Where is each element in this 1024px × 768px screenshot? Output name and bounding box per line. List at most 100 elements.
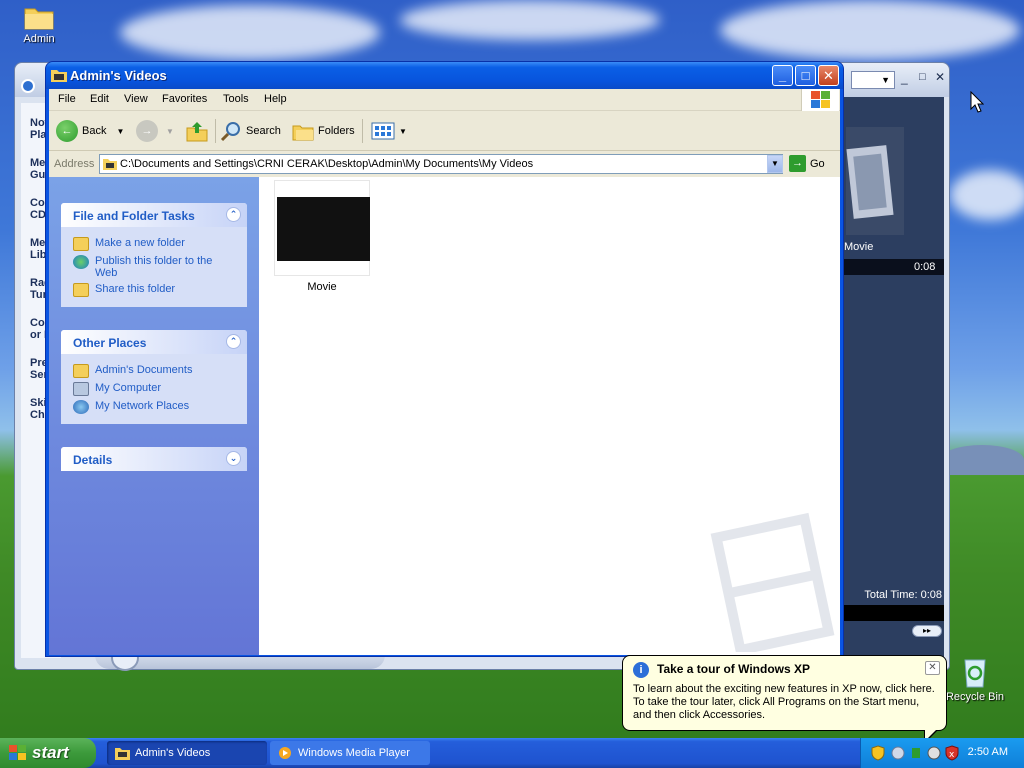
chevron-down-icon[interactable]: ⌄ <box>226 451 241 466</box>
back-button[interactable]: ← Back ▼ <box>56 119 124 143</box>
file-folder-tasks-header[interactable]: File and Folder Tasks ⌃ <box>61 203 247 227</box>
network-tray-icon[interactable] <box>891 745 905 761</box>
desktop-icon-recycle-bin[interactable]: Recycle Bin <box>940 656 1010 703</box>
forward-dropdown-icon[interactable]: ▼ <box>166 127 174 136</box>
security-alert-icon[interactable]: x <box>945 745 959 761</box>
search-button[interactable]: Search <box>220 119 281 143</box>
window-title: Admin's Videos <box>70 68 167 83</box>
wmp-playlist-panel: Movie 0:08 Total Time: 0:08 ▸▸ <box>844 97 944 661</box>
views-button[interactable]: ▼ <box>371 119 407 143</box>
address-dropdown-button[interactable]: ▼ <box>767 155 783 173</box>
network-icon <box>73 400 89 414</box>
go-label: Go <box>810 157 825 170</box>
menu-tools[interactable]: Tools <box>223 93 249 105</box>
wmp-fast-forward-button[interactable]: ▸▸ <box>912 625 942 637</box>
folders-label: Folders <box>318 125 355 137</box>
make-new-folder-label: Make a new folder <box>95 237 185 249</box>
security-shield-icon[interactable] <box>871 745 885 761</box>
menu-help[interactable]: Help <box>264 93 287 105</box>
clock[interactable]: 2:50 AM <box>968 746 1008 758</box>
wmp-dropdown[interactable]: ▼ <box>851 71 895 89</box>
folder-video-icon <box>103 159 117 170</box>
taskbar: start Admin's Videos Windows Media Playe… <box>0 738 1024 768</box>
taskbar-item-label: Windows Media Player <box>298 747 410 759</box>
folder-video-icon <box>115 748 130 760</box>
balloon-text[interactable]: To learn about the exciting new features… <box>633 683 936 722</box>
menu-edit[interactable]: Edit <box>90 93 109 105</box>
make-new-folder-link[interactable]: Make a new folder <box>73 237 247 251</box>
folders-button[interactable]: Folders <box>292 119 355 143</box>
minimize-button[interactable]: _ <box>772 65 793 86</box>
wmp-minimize-button[interactable]: _ <box>901 71 908 85</box>
explorer-content: File and Folder Tasks ⌃ Make a new folde… <box>49 177 840 655</box>
wmp-close-button[interactable]: ✕ <box>935 70 945 84</box>
folder-video-icon <box>51 70 67 82</box>
back-label: Back <box>82 125 107 137</box>
address-input[interactable]: C:\Documents and Settings\CRNI CERAK\Des… <box>99 154 783 174</box>
file-name-label[interactable]: Movie <box>274 281 370 293</box>
windows-flag-icon <box>9 745 26 760</box>
explorer-titlebar[interactable]: Admin's Videos _ □ ✕ <box>46 62 843 89</box>
start-label: start <box>32 743 69 762</box>
search-icon <box>220 122 240 142</box>
film-watermark-icon <box>710 512 835 652</box>
video-thumbnail-preview <box>277 197 370 261</box>
menu-bar: File Edit View Favorites Tools Help <box>49 89 840 111</box>
wmp-logo-icon <box>21 79 35 93</box>
share-folder-label: Share this folder <box>95 283 176 295</box>
details-header[interactable]: Details ⌄ <box>61 447 247 471</box>
tour-tray-icon[interactable] <box>927 745 941 761</box>
toolbar-separator <box>215 119 216 143</box>
up-folder-icon <box>186 122 208 142</box>
globe-icon <box>73 255 89 269</box>
close-icon[interactable]: ✕ <box>925 661 940 675</box>
file-thumbnail[interactable] <box>274 180 370 276</box>
wmp-total-time: Total Time: 0:08 <box>864 589 942 601</box>
publish-folder-link[interactable]: Publish this folder to the Web <box>73 255 247 279</box>
maximize-button[interactable]: □ <box>795 65 816 86</box>
menu-favorites[interactable]: Favorites <box>162 93 207 105</box>
taskbar-item-admins-videos[interactable]: Admin's Videos <box>107 741 267 765</box>
go-arrow-icon: → <box>789 155 806 172</box>
windows-logo-icon <box>801 89 839 111</box>
back-dropdown-icon[interactable]: ▼ <box>116 127 124 136</box>
start-button[interactable]: start <box>0 738 96 768</box>
views-grid-icon <box>371 122 395 140</box>
address-value: C:\Documents and Settings\CRNI CERAK\Des… <box>120 158 534 170</box>
wmp-now-playing-title: Movie <box>844 241 874 253</box>
up-folder-button[interactable] <box>186 119 208 143</box>
publish-folder-label: Publish this folder to the Web <box>95 255 213 279</box>
other-places-header[interactable]: Other Places ⌃ <box>61 330 247 354</box>
explorer-window[interactable]: Admin's Videos _ □ ✕ File Edit View Favo… <box>45 61 844 657</box>
taskbar-item-media-player[interactable]: Windows Media Player <box>270 741 430 765</box>
search-label: Search <box>246 125 281 137</box>
recycle-bin-icon <box>964 659 986 688</box>
my-computer-link[interactable]: My Computer <box>73 382 247 396</box>
admins-documents-label: Admin's Documents <box>95 364 193 376</box>
menu-file[interactable]: File <box>58 93 76 105</box>
tour-balloon[interactable]: i Take a tour of Windows XP To learn abo… <box>622 655 947 744</box>
update-tray-icon[interactable] <box>909 745 923 761</box>
chevron-up-icon[interactable]: ⌃ <box>226 334 241 349</box>
go-button[interactable]: → Go <box>789 155 825 172</box>
menu-view[interactable]: View <box>124 93 148 105</box>
file-list: Movie <box>259 177 840 655</box>
desktop-icon-label: Admin <box>23 33 55 45</box>
close-button[interactable]: ✕ <box>818 65 839 86</box>
details-title: Details <box>73 453 113 467</box>
film-strip-icon <box>846 127 904 235</box>
chevron-up-icon[interactable]: ⌃ <box>226 207 241 222</box>
back-arrow-icon: ← <box>56 120 78 142</box>
toolbar-separator <box>362 119 363 143</box>
wmp-maximize-button[interactable]: □ <box>919 71 926 83</box>
admins-documents-link[interactable]: Admin's Documents <box>73 364 247 378</box>
desktop-icon-admin[interactable]: Admin <box>4 4 74 45</box>
my-network-places-link[interactable]: My Network Places <box>73 400 247 414</box>
desktop-icon-label: Recycle Bin <box>945 691 1005 703</box>
details-panel: Details ⌄ <box>61 447 247 471</box>
forward-button[interactable]: → ▼ <box>136 119 174 143</box>
mouse-cursor-icon <box>970 91 984 113</box>
taskbar-item-label: Admin's Videos <box>135 747 211 759</box>
share-folder-link[interactable]: Share this folder <box>73 283 247 297</box>
new-folder-icon <box>73 237 89 251</box>
